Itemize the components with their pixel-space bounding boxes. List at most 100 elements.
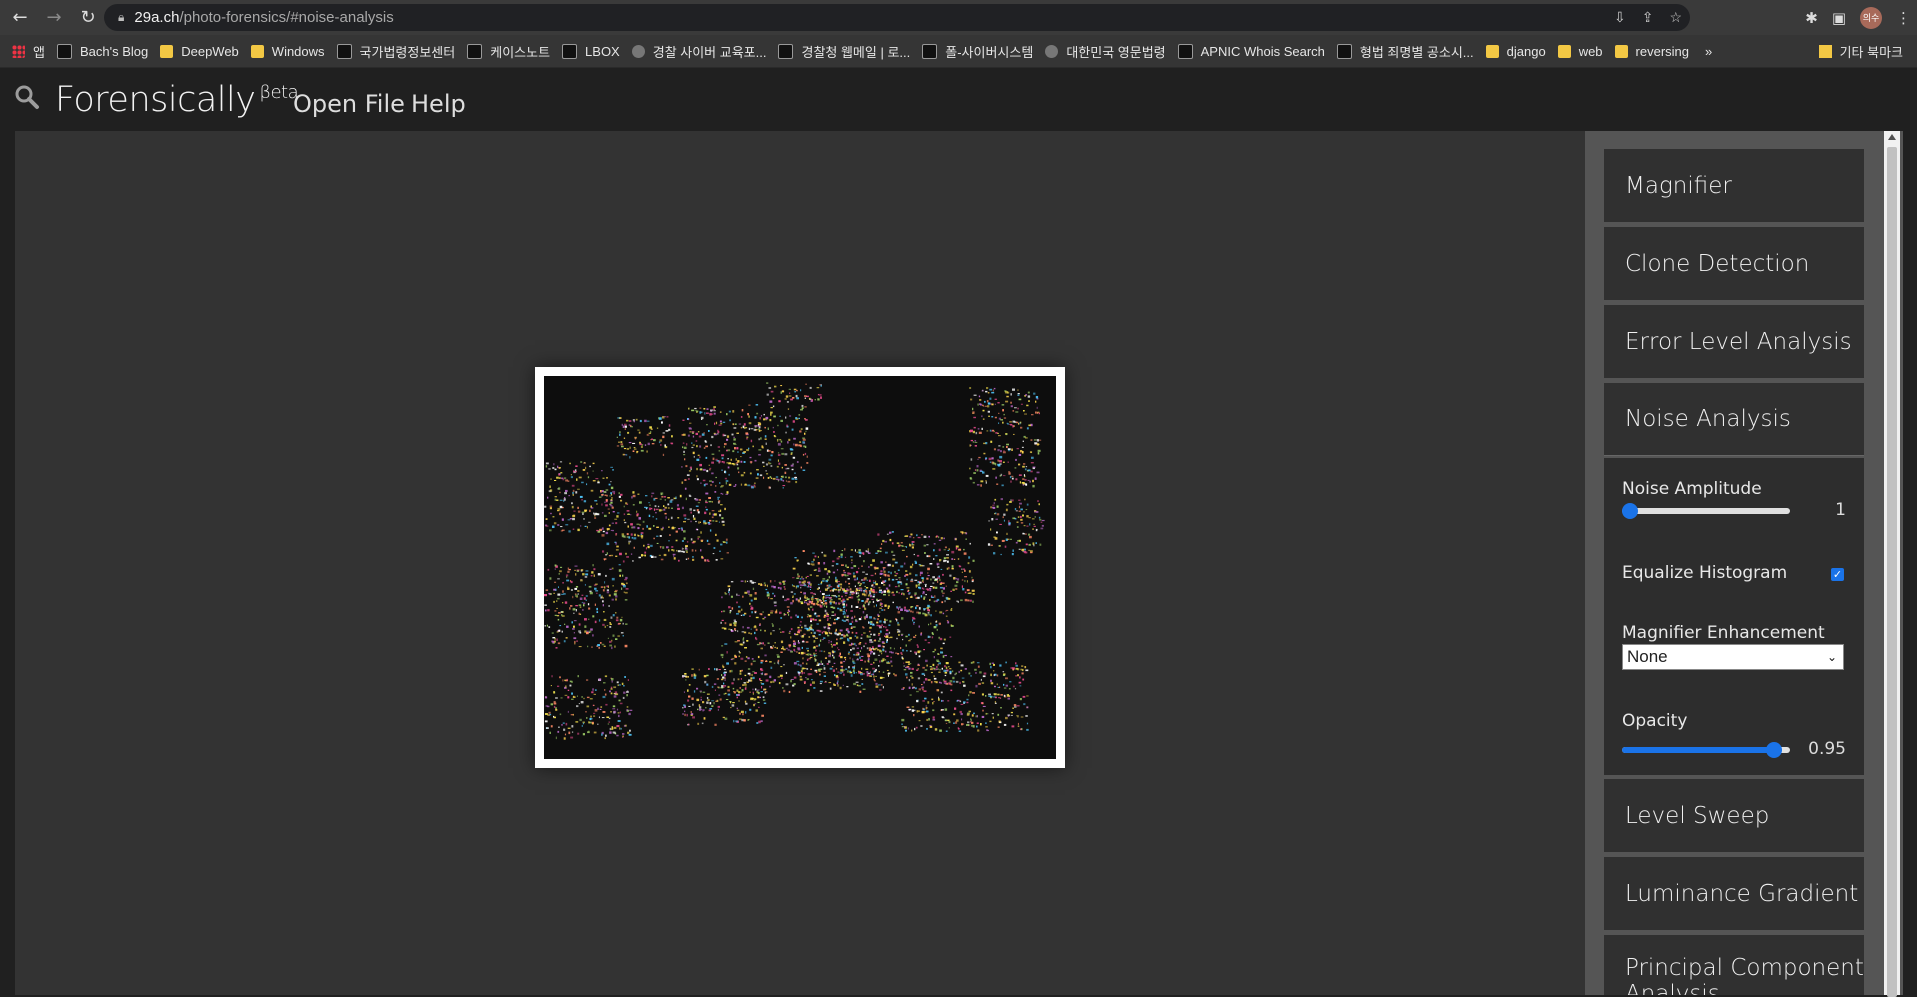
other-bookmarks-label: 기타 북마크 [1839, 44, 1903, 60]
bookmark-item[interactable]: 경찰청 웹메일 | 로... [778, 42, 910, 61]
bookmark-label: APNIC Whois Search [1200, 43, 1325, 59]
bookmark-item[interactable]: reversing [1614, 43, 1690, 59]
bookmark-label: 경찰 사이버 교육포... [652, 44, 767, 60]
bookmark-label: 형법 죄명별 공소시... [1359, 44, 1474, 60]
bookmark-item[interactable]: 대한민국 영문법령 [1045, 42, 1166, 61]
share-icon[interactable]: ⇪ [1642, 9, 1654, 26]
address-bar[interactable]: 🔒︎ 29a.ch /photo-forensics/#noise-analys… [104, 4, 1690, 31]
browser-toolbar: ← → ↻ 🔒︎ 29a.ch /photo-forensics/#noise-… [0, 0, 1917, 35]
opacity-slider[interactable] [1622, 742, 1790, 758]
folder-icon [1557, 44, 1571, 58]
tool-principal-component-analysis[interactable]: Principal Component Analysis [1604, 935, 1864, 995]
url-path: /photo-forensics/#noise-analysis [179, 9, 394, 26]
tool-magnifier[interactable]: Magnifier [1604, 149, 1864, 222]
site-icon [1177, 43, 1193, 59]
reload-icon[interactable]: ↻ [74, 4, 102, 32]
magnifier-logo-icon [14, 84, 40, 116]
sidebar-scrollbar[interactable] [1884, 131, 1900, 997]
bookmark-label: 앱 [33, 44, 45, 60]
opacity-label: Opacity [1622, 711, 1688, 731]
folder-icon [1818, 44, 1832, 58]
url-host: 29a.ch [134, 9, 180, 26]
bookmark-item[interactable]: APNIC Whois Search [1177, 43, 1325, 59]
lock-icon: 🔒︎ [118, 10, 125, 24]
equalize-histogram-checkbox[interactable]: ✓ [1831, 568, 1844, 581]
bookmark-label: LBOX [585, 43, 620, 59]
bookmark-item[interactable]: 형법 죄명별 공소시... [1336, 42, 1474, 61]
noise-amplitude-label: Noise Amplitude [1622, 479, 1762, 499]
avatar[interactable]: 의수 [1860, 6, 1882, 29]
magnifier-enhancement-label: Magnifier Enhancement [1622, 623, 1825, 643]
opacity-value: 0.95 [1808, 739, 1846, 759]
folder-icon [1614, 44, 1628, 58]
install-app-icon[interactable]: ⇩ [1614, 9, 1626, 26]
bookmark-item[interactable]: web [1557, 43, 1603, 59]
kebab-menu-icon[interactable]: ⋮ [1896, 9, 1911, 27]
bookmarks-bar: 앱 Bach's Blog DeepWeb Windows 국가법령정보센터 케이스노트 L… [0, 35, 1917, 68]
bookmark-item[interactable]: LBOX [562, 43, 620, 59]
opacity-knob[interactable] [1766, 742, 1783, 758]
bookmark-item[interactable]: django [1485, 43, 1546, 59]
bookmark-label: DeepWeb [181, 43, 239, 59]
site-icon [778, 43, 794, 59]
help-link[interactable]: Help [411, 90, 466, 118]
app-header: Forensically βeta Open File Help [0, 68, 1917, 130]
bookmarks-overflow-button[interactable]: » [1705, 44, 1712, 59]
magnifier-enhancement-value: None [1627, 647, 1668, 666]
opacity-fill [1622, 747, 1782, 753]
bookmark-item[interactable]: 폴-사이버시스템 [922, 42, 1033, 61]
bookmark-item[interactable]: Windows [250, 44, 325, 59]
bookmark-item[interactable]: DeepWeb [160, 44, 239, 59]
bookmark-label: web [1578, 43, 1603, 59]
bookmark-star-icon[interactable]: ☆ [1669, 9, 1682, 26]
bookmark-item[interactable]: Bach's Blog [56, 43, 149, 59]
apps-grid-icon [12, 44, 25, 58]
bookmark-label: 국가법령정보센터 [359, 44, 456, 60]
site-icon [922, 43, 938, 59]
magnifier-enhancement-select[interactable]: None ⌄ [1622, 644, 1844, 670]
app-title: Forensically βeta [55, 80, 299, 120]
site-icon [56, 43, 72, 59]
tool-noise-analysis[interactable]: Noise Analysis [1604, 383, 1864, 456]
tool-sidebar: Magnifier Clone Detection Error Level An… [1585, 131, 1903, 995]
open-file-link[interactable]: Open File [293, 90, 405, 118]
folder-icon [1485, 44, 1499, 58]
back-icon[interactable]: ← [6, 4, 34, 32]
bookmark-label: reversing [1635, 43, 1690, 59]
noise-analysis-image[interactable] [535, 367, 1065, 768]
app-title-text: Forensically [55, 80, 256, 120]
extensions-icon[interactable]: ✱ [1805, 9, 1818, 27]
folder-icon [160, 44, 174, 58]
site-icon [562, 43, 578, 59]
equalize-histogram-label: Equalize Histogram [1622, 563, 1788, 583]
scroll-up-icon[interactable] [1888, 134, 1896, 140]
side-panel-icon[interactable]: ▣ [1832, 9, 1846, 27]
bookmark-item[interactable]: 케이스노트 [467, 42, 550, 61]
bookmark-label: django [1506, 43, 1546, 59]
bookmark-item[interactable]: 앱 [12, 42, 45, 61]
noise-amplitude-value: 1 [1835, 500, 1846, 520]
bookmark-item[interactable]: 국가법령정보센터 [336, 42, 456, 61]
noise-amplitude-slider[interactable] [1622, 503, 1790, 519]
bookmark-label: 폴-사이버시스템 [945, 44, 1034, 60]
globe-icon [1045, 44, 1059, 58]
site-icon [467, 43, 483, 59]
bookmark-label: 케이스노트 [490, 44, 551, 60]
image-workspace[interactable] [15, 131, 1585, 995]
bookmark-item[interactable]: 경찰 사이버 교육포... [631, 42, 767, 61]
site-icon [1336, 43, 1352, 59]
bookmark-label: 경찰청 웹메일 | 로... [801, 44, 911, 60]
tool-error-level-analysis[interactable]: Error Level Analysis [1604, 305, 1864, 378]
bookmark-label: Bach's Blog [79, 43, 149, 59]
globe-icon [631, 44, 645, 58]
scrollbar-thumb[interactable] [1887, 147, 1897, 997]
tool-level-sweep[interactable]: Level Sweep [1604, 779, 1864, 852]
noise-analysis-panel: Noise Amplitude 1 Equalize Histogram ✓ M… [1604, 458, 1864, 775]
forward-icon[interactable]: → [40, 4, 68, 32]
other-bookmarks[interactable]: 기타 북마크 [1818, 42, 1903, 61]
noise-amplitude-knob[interactable] [1622, 503, 1638, 519]
tool-luminance-gradient[interactable]: Luminance Gradient [1604, 857, 1864, 930]
chevron-down-icon: ⌄ [1826, 650, 1837, 664]
noise-output-canvas[interactable] [544, 376, 1056, 759]
tool-clone-detection[interactable]: Clone Detection [1604, 227, 1864, 300]
